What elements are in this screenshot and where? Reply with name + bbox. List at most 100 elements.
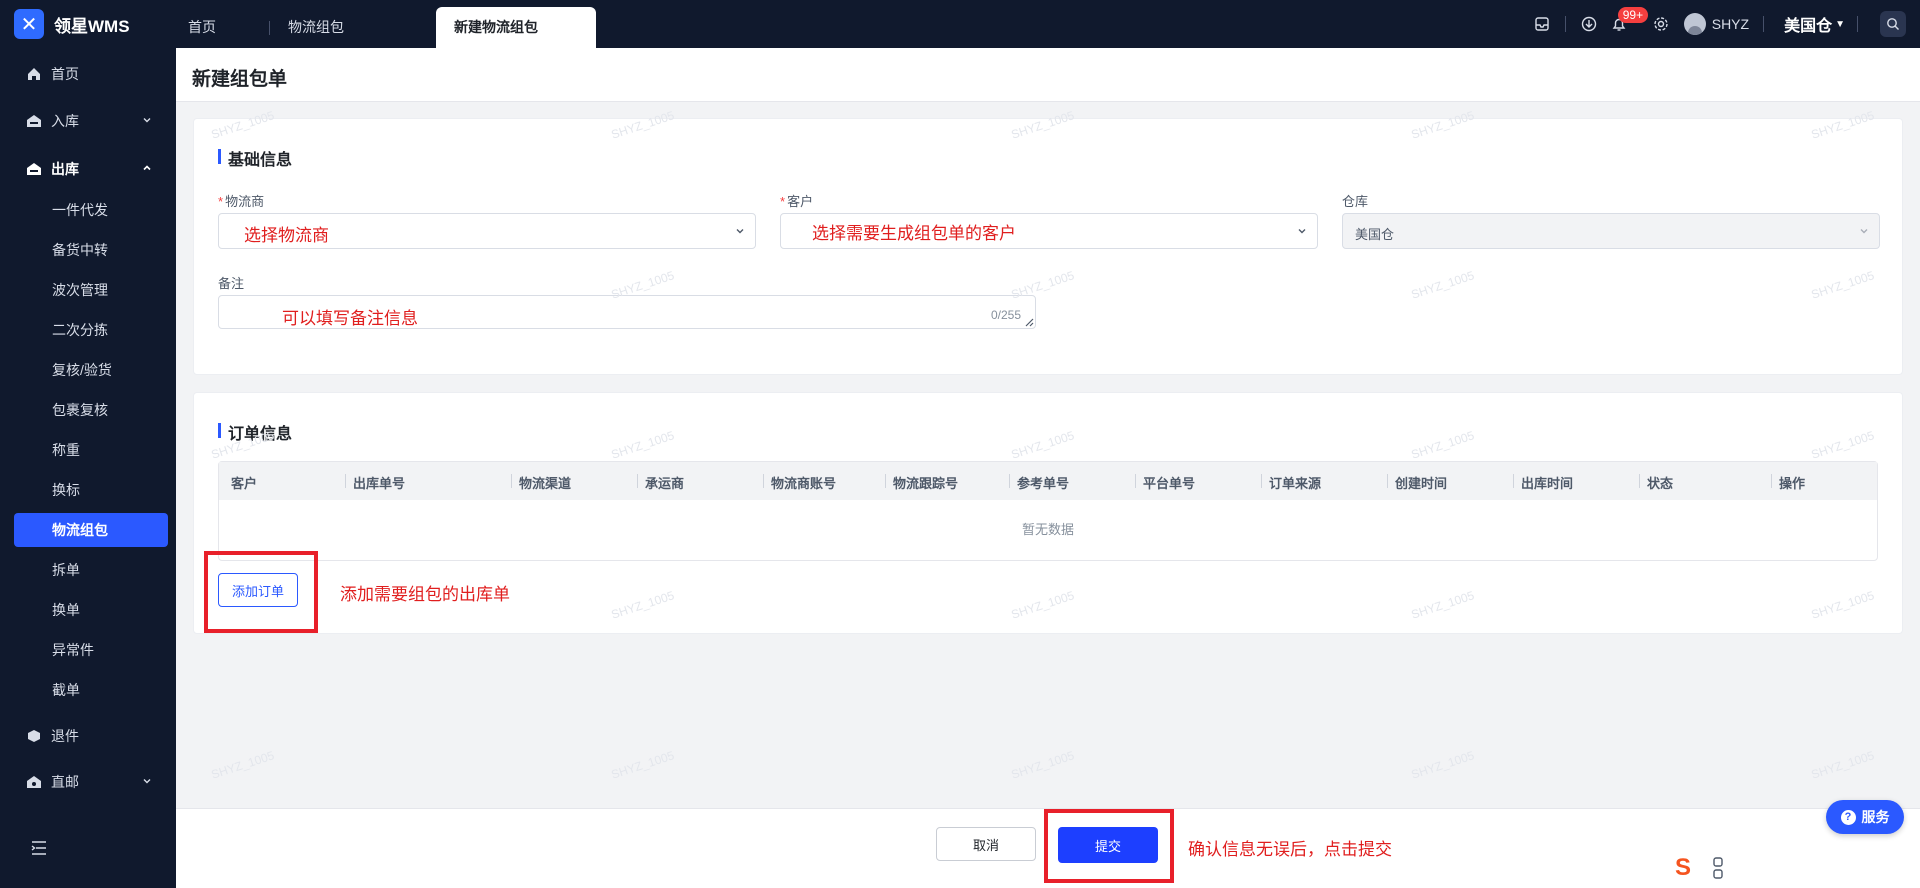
column-header: 操作 — [1770, 473, 1805, 492]
sidebar-item-label: 直邮 — [51, 774, 79, 790]
sidebar-subitem-active[interactable]: 物流组包 — [14, 513, 168, 547]
ime-toolbar[interactable]: S — [1668, 854, 1724, 882]
column-header: 出库单号 — [344, 473, 405, 492]
notification-bell-icon[interactable]: 99+ — [1604, 7, 1649, 39]
sidebar-subitem[interactable]: 包裹复核 — [14, 393, 168, 427]
collapse-menu-icon[interactable] — [30, 840, 48, 859]
chevron-down-icon — [143, 118, 151, 123]
user-menu[interactable]: SHYZ — [1683, 13, 1750, 35]
table-empty-state: 暂无数据 — [1021, 522, 1074, 537]
order-info-card: 订单信息 客户 出库单号 物流渠道 承运商 物流商账号 物流跟踪号 参考单号 平… — [193, 392, 1903, 634]
customer-annotation: 选择需要生成组包单的客户 — [812, 224, 1016, 243]
sidebar-subitem[interactable]: 备货中转 — [14, 233, 168, 267]
column-header: 状态 — [1638, 473, 1673, 492]
sidebar-subitem[interactable]: 一件代发 — [14, 193, 168, 227]
service-label: 服务 — [1861, 809, 1890, 825]
tab-home[interactable]: 首页 — [170, 7, 270, 48]
table-header: 客户 出库单号 物流渠道 承运商 物流商账号 物流跟踪号 参考单号 平台单号 订… — [219, 462, 1877, 500]
column-header: 出库时间 — [1512, 473, 1573, 492]
section-title: 订单信息 — [218, 420, 292, 444]
tab-new-logistics-package[interactable]: 新建物流组包 — [436, 7, 596, 48]
sidebar-subitem[interactable]: 拆单 — [14, 553, 168, 587]
sidebar-item-inbound[interactable]: 入库 — [14, 103, 168, 139]
avatar — [1683, 13, 1706, 35]
submit-button[interactable]: 提交 — [1058, 827, 1158, 863]
caret-down-icon: ▼ — [1835, 18, 1845, 30]
logo-text: 领星WMS — [54, 16, 130, 36]
sidebar-subitem[interactable]: 称重 — [14, 433, 168, 467]
column-header: 创建时间 — [1386, 473, 1447, 492]
sidebar-item-home[interactable]: 首页 — [14, 56, 168, 92]
top-bar: ✕ 领星WMS 首页 物流组包 新建物流组包 99+ SHYZ 美国仓 ▼ — [0, 0, 1920, 48]
sidebar-subitem[interactable]: 换单 — [14, 593, 168, 627]
tab-bar: 首页 物流组包 新建物流组包 — [170, 7, 596, 48]
column-header: 客户 — [231, 476, 258, 491]
sidebar-subitem[interactable]: 截单 — [14, 673, 168, 707]
remark-counter: 0/255 — [990, 308, 1021, 322]
home-icon — [25, 65, 43, 83]
chevron-down-icon — [143, 779, 151, 784]
column-header: 承运商 — [636, 473, 684, 492]
download-icon[interactable] — [1574, 9, 1604, 39]
add-order-button[interactable]: 添加订单 — [218, 573, 298, 607]
warehouse-label: 仓库 — [1342, 194, 1369, 209]
column-header: 参考单号 — [1008, 473, 1069, 492]
help-icon: ? — [1840, 809, 1856, 825]
orders-table: 客户 出库单号 物流渠道 承运商 物流商账号 物流跟踪号 参考单号 平台单号 订… — [218, 461, 1878, 561]
column-header: 订单来源 — [1260, 473, 1321, 492]
customer-label: * 客户 — [780, 194, 814, 209]
sidebar: 首页 入库 出库 一件代发 备货中转 波次管理 二次分拣 复核/验货 包裹复核 … — [0, 48, 176, 888]
warehouse-value: 美国仓 — [1355, 227, 1395, 242]
column-header: 物流跟踪号 — [884, 473, 958, 492]
chevron-down-icon — [736, 229, 744, 234]
logo-icon: ✕ — [14, 9, 44, 39]
inbound-icon — [25, 112, 43, 130]
sidebar-subitem[interactable]: 二次分拣 — [14, 313, 168, 347]
remark-label: 备注 — [218, 276, 245, 291]
sidebar-subitem[interactable]: 复核/验货 — [14, 353, 168, 387]
sidebar-item-label: 退件 — [51, 728, 79, 744]
resize-handle-icon[interactable] — [1024, 317, 1034, 327]
basic-info-card: 基础信息 * 物流商 选择物流商 * 客户 选择需要生成组包单的客户 仓库 美国仓 … — [193, 118, 1903, 375]
page-header: 新建组包单 — [176, 48, 1920, 102]
logistics-label: * 物流商 — [218, 194, 265, 209]
tab-logistics-package[interactable]: 物流组包 — [270, 7, 432, 48]
sidebar-item-label: 出库 — [51, 161, 79, 177]
chevron-up-icon — [143, 165, 151, 171]
direct-mail-icon — [25, 773, 43, 791]
sogou-ime-icon: S — [1674, 854, 1691, 881]
settings-gear-icon[interactable] — [1646, 9, 1676, 39]
sidebar-subitem[interactable]: 波次管理 — [14, 273, 168, 307]
warehouse-switcher[interactable]: 美国仓 — [1784, 12, 1832, 36]
returns-icon — [25, 727, 43, 745]
sidebar-item-direct-mail[interactable]: 直邮 — [14, 764, 168, 800]
inbox-icon[interactable] — [1527, 9, 1557, 39]
app-logo[interactable]: ✕ 领星WMS — [14, 9, 130, 39]
ime-toggle-icon — [1713, 857, 1723, 879]
column-header: 物流渠道 — [510, 473, 571, 492]
notification-badge: 99+ — [1617, 7, 1649, 23]
user-name: SHYZ — [1711, 16, 1750, 32]
remark-annotation: 可以填写备注信息 — [282, 309, 418, 328]
sidebar-item-outbound[interactable]: 出库 — [14, 151, 168, 187]
sidebar-subitem[interactable]: 换标 — [14, 473, 168, 507]
cancel-button[interactable]: 取消 — [936, 827, 1036, 861]
logistics-annotation: 选择物流商 — [244, 226, 329, 245]
section-title: 基础信息 — [218, 146, 292, 170]
search-icon[interactable] — [1880, 11, 1906, 37]
add-order-annotation: 添加需要组包的出库单 — [340, 585, 510, 604]
chevron-down-icon — [1298, 229, 1306, 234]
warehouse-select: 美国仓 — [1342, 213, 1880, 249]
form-footer: 取消 提交 确认信息无误后，点击提交 — [176, 808, 1920, 888]
sidebar-subitem[interactable]: 异常件 — [14, 633, 168, 667]
top-right-toolbar: 99+ SHYZ 美国仓 ▼ — [1527, 0, 1906, 48]
submit-annotation: 确认信息无误后，点击提交 — [1188, 840, 1392, 859]
column-header: 物流商账号 — [762, 473, 836, 492]
sidebar-item-label: 首页 — [51, 66, 79, 82]
service-button[interactable]: ? 服务 — [1826, 800, 1904, 834]
page-title: 新建组包单 — [192, 69, 288, 90]
chevron-down-icon — [1860, 229, 1868, 234]
outbound-icon — [25, 160, 43, 178]
sidebar-item-returns[interactable]: 退件 — [14, 718, 168, 754]
sidebar-item-label: 入库 — [51, 113, 79, 129]
